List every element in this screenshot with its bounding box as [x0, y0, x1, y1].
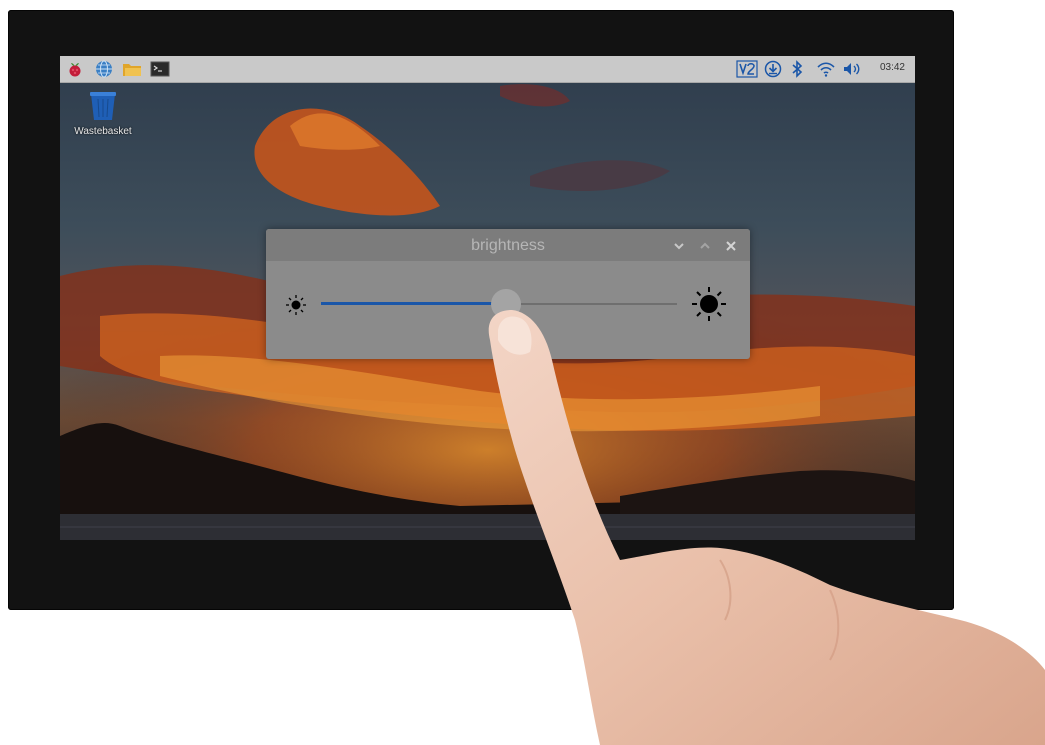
sun-small-icon: [284, 293, 308, 322]
volume-icon[interactable]: [842, 60, 860, 78]
minimize-chevron-icon[interactable]: [672, 239, 686, 253]
maximize-chevron-icon[interactable]: [698, 239, 712, 253]
brightness-slider-thumb[interactable]: [491, 289, 522, 319]
web-browser-globe-icon[interactable]: [95, 60, 113, 78]
close-icon[interactable]: [724, 239, 738, 253]
brightness-dialog: brightness: [266, 229, 750, 359]
sun-large-icon: [690, 285, 728, 328]
download-update-icon[interactable]: [764, 60, 782, 78]
wifi-icon[interactable]: [816, 60, 835, 78]
terminal-icon[interactable]: [150, 60, 170, 78]
monitor-bezel: 03:42 Wastebasket brightness: [8, 10, 954, 610]
brightness-slider-fill: [321, 302, 507, 305]
bluetooth-icon[interactable]: [790, 60, 808, 78]
clock[interactable]: 03:42: [880, 62, 905, 73]
wastebasket-icon: [90, 92, 116, 120]
desktop-screen: 03:42 Wastebasket brightness: [60, 56, 915, 540]
desktop-item-label: Wastebasket: [74, 126, 132, 137]
vnc-icon[interactable]: [736, 60, 758, 78]
taskbar: 03:42: [60, 56, 915, 83]
desktop-item-wastebasket[interactable]: Wastebasket: [70, 90, 136, 137]
raspberry-menu-icon[interactable]: [66, 60, 84, 78]
dialog-titlebar[interactable]: brightness: [266, 229, 750, 261]
file-manager-folder-icon[interactable]: [122, 60, 141, 78]
